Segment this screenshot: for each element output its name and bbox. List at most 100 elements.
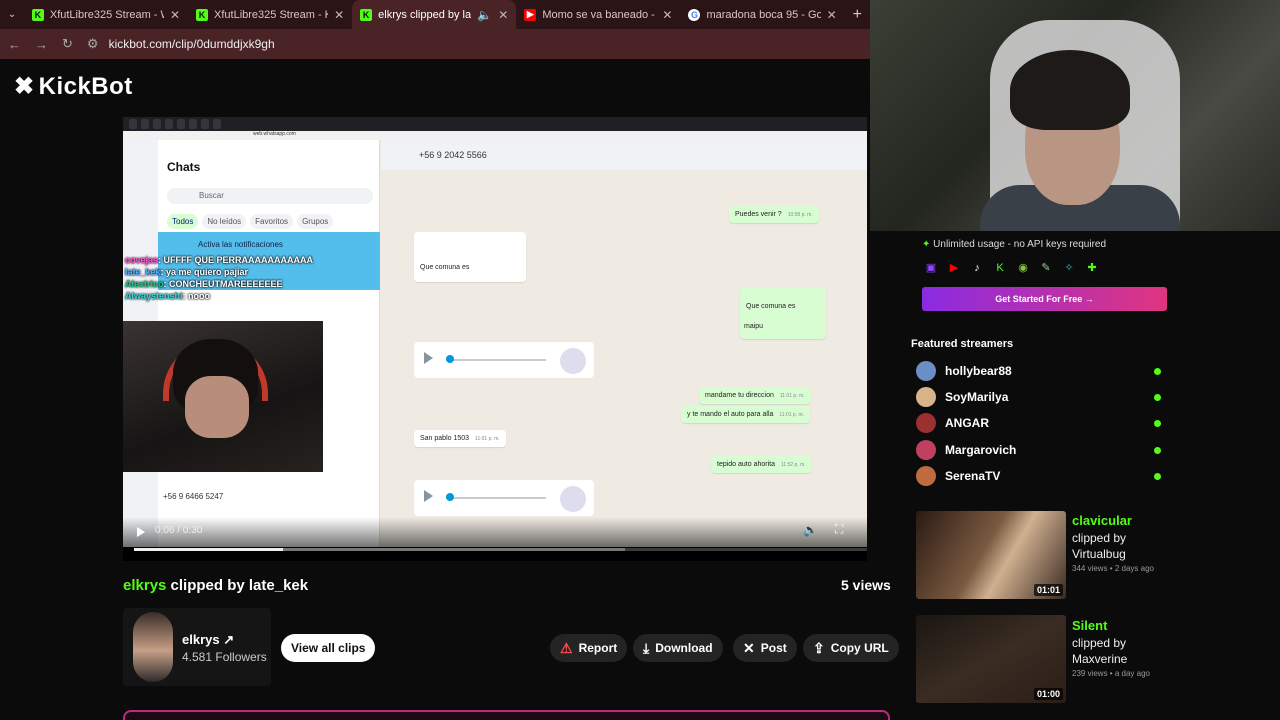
download-icon: ⤓ [643,639,650,656]
clipper-name[interactable]: elkrys [123,577,166,594]
browser-tab[interactable]: ▶ Momo se va baneado - YouTub ✕ [516,0,680,29]
tab-title: XfutLibre325 Stream - Watch Li [49,8,164,21]
clip-thumbnail[interactable]: 01:01 [916,511,1066,599]
clip-title[interactable]: clavicular [1072,513,1182,528]
featured-streamer[interactable]: ANGAR [916,412,1166,434]
whatsapp-search: Buscar [167,188,373,204]
clip-duration: 01:01 [1033,584,1063,596]
avatar [916,361,936,381]
live-indicator [1154,367,1161,375]
download-button[interactable]: ⤓ Download [633,634,723,662]
tab-search-icon[interactable]: ⌄ [0,9,24,20]
clip-thumbnail[interactable]: 01:00 [916,615,1066,703]
reload-icon[interactable]: ↻ [62,36,73,52]
kickbot-logo[interactable]: ✖ KickBot [14,72,133,101]
kick-favicon-icon: K [31,8,44,21]
clip-video-player[interactable]: web.whatsapp.com Chats Buscar Todos No l… [123,117,867,561]
close-tab-icon[interactable]: ✕ [334,8,344,22]
chat-line: Alextrico: CONCHEUTMAREEEEEEE [125,279,283,289]
whatsapp-filters: Todos No leídos Favoritos Grupos [167,214,334,229]
volume-icon[interactable]: 🔈 [803,523,818,537]
avatar [916,387,936,407]
kick-favicon-icon: K [360,8,373,21]
featured-streamer[interactable]: hollybear88 [916,360,1166,382]
close-tab-icon[interactable]: ✕ [662,8,672,22]
featured-streamer[interactable]: SoyMarilya [916,386,1166,408]
x-icon: ✕ [743,639,755,656]
site-info-icon[interactable]: ⚙ [87,36,99,52]
browser-tab-active[interactable]: Kelkrys clipped by late_kek 🔈 ✕ [352,0,517,29]
fullscreen-icon[interactable]: ⛶ [835,522,843,537]
unlimited-usage-text: ✦ Unlimited usage - no API keys required [922,239,1107,250]
live-indicator [1154,472,1161,480]
browser-tab[interactable]: K XfutLibre325 Stream - Watch Li ✕ [24,0,188,29]
rumble-icon: ◉ [1018,262,1028,274]
avatar [916,413,936,433]
play-icon[interactable] [137,527,145,537]
get-started-button[interactable]: Get Started For Free → [922,287,1167,311]
live-indicator [1154,419,1161,427]
whatsapp-conversation: +56 9 2042 5566 Puedes venir ? 10:58 p. m… [381,140,867,547]
message-bubble: Que comuna es [414,232,526,282]
forward-icon[interactable]: → [35,37,48,52]
clip-title: elkrys clipped by late_kek [123,577,309,594]
followers-count: 4.581 Followers [182,650,267,664]
url-field[interactable]: kickbot.com/clip/0dumddjxk9gh [109,37,275,51]
chat-list-contact: +56 9 6466 5247 [163,492,224,501]
puzzle-icon: ✚ [1087,262,1097,274]
featured-streamer[interactable]: Margarovich [916,439,1166,461]
browser-tab-bar: ⌄ K XfutLibre325 Stream - Watch Li ✕ K Xfut… [0,0,870,29]
kick-favicon-icon: K [196,8,209,21]
voice-message [414,342,594,378]
progress-bar[interactable] [134,548,867,551]
link-icon: ✎ [1041,262,1051,274]
clip-duration: 01:00 [1033,688,1063,700]
youtube-icon: ▶ [949,262,959,274]
browser-tab[interactable]: K XfutLibre325 Stream - Kick Das ✕ [188,0,352,29]
filter-chip: Grupos [297,214,334,229]
browser-tab[interactable]: Gmaradona boca 95 - Google Se ✕ [680,0,844,29]
message-bubble: San pablo 1503 11:01 p. m. [414,430,506,447]
clip-clipper: clipped by Maxverine [1072,636,1128,666]
voice-message [414,480,594,516]
close-tab-icon[interactable]: ✕ [827,8,837,22]
filter-chip: No leídos [202,214,247,229]
external-link-icon[interactable]: ↗ [223,632,234,647]
close-tab-icon[interactable]: ✕ [170,8,180,22]
report-button[interactable]: ⚠ Report [550,634,628,662]
bottom-banner [123,710,890,720]
filter-chip: Favoritos [250,214,294,229]
new-tab-button[interactable]: + [845,6,870,24]
view-all-clips-button[interactable]: View all clips [281,634,376,662]
channel-name[interactable]: elkrys ↗ [182,632,234,648]
kick-icon: K [996,262,1004,274]
streamer-hair [1010,50,1130,130]
chat-line: Alwaystenshi: nooo [125,291,211,301]
twitch-icon: ▣ [925,262,937,274]
post-button[interactable]: ✕ Post [733,634,797,662]
clip-title[interactable]: Silent [1072,618,1182,633]
message-bubble: Puedes venir ? 10:58 p. m. [729,206,819,223]
youtube-favicon-icon: ▶ [524,8,537,21]
message-bubble: Que comuna es maipu [740,287,826,339]
avatar [916,440,936,460]
tiktok-icon: ♪ [974,262,980,274]
clip-views: 5 views [841,577,891,593]
mute-tab-icon[interactable]: 🔈 [477,8,492,22]
close-tab-icon[interactable]: ✕ [498,8,508,22]
channel-card[interactable]: elkrys ↗ 4.581 Followers [123,608,271,686]
chats-title: Chats [167,160,201,174]
clip-info: Silent clipped by Maxverine 239 views • a… [1072,618,1182,678]
avatar[interactable] [133,612,173,682]
inner-address-bar: web.whatsapp.com [123,131,867,140]
live-indicator [1154,446,1161,454]
clip-clipper: clipped by Virtualbug [1072,531,1127,561]
back-icon[interactable]: ← [8,37,21,52]
video-frame: web.whatsapp.com Chats Buscar Todos No l… [123,117,867,547]
progress-fill [134,548,283,551]
copy-url-button[interactable]: ⇪ Copy URL [803,634,899,662]
stream-chat-overlay: covejas: UFFFF QUE PERRAAAAAAAAAAA late_… [125,254,313,302]
filter-chip: Todos [167,214,199,229]
kickbot-logo-icon: ✖ [14,73,35,100]
featured-streamer[interactable]: SerenaTV [916,465,1166,487]
